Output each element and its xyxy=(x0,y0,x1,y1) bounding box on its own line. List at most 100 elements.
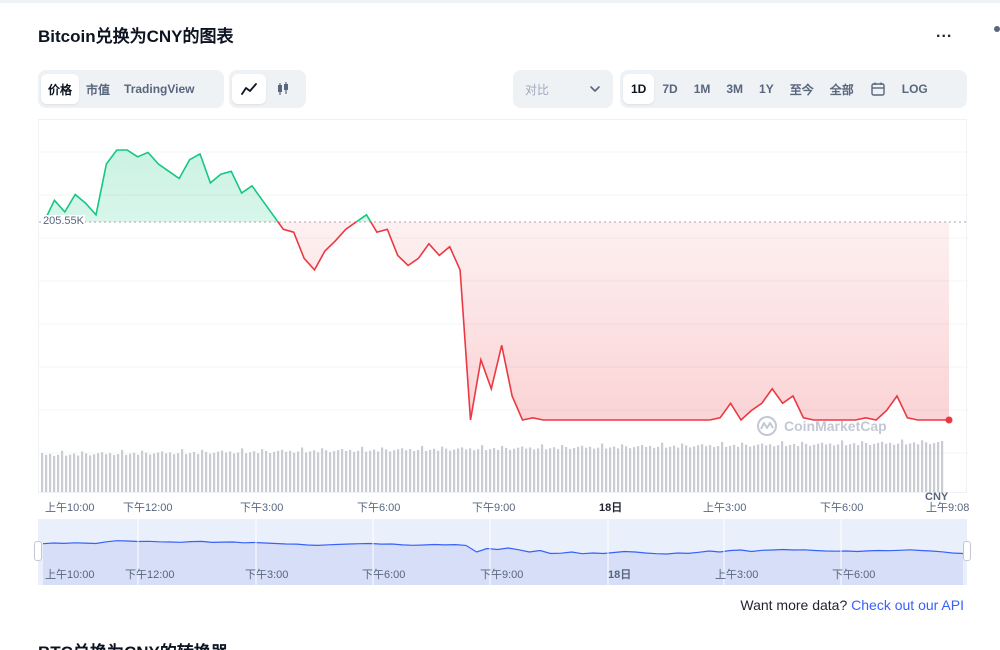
volume-bar xyxy=(153,453,156,492)
volume-bar xyxy=(81,451,84,492)
volume-bar xyxy=(525,448,528,492)
volume-bar xyxy=(193,451,196,492)
volume-bar xyxy=(553,447,556,492)
volume-bar xyxy=(249,452,252,492)
volume-bar xyxy=(85,453,88,492)
range-1m[interactable]: 1M xyxy=(686,74,719,104)
volume-bar xyxy=(677,447,680,492)
volume-bar xyxy=(533,449,536,492)
tab-tradingview[interactable]: TradingView xyxy=(117,74,201,104)
range-all[interactable]: 全部 xyxy=(822,74,862,104)
volume-bar xyxy=(853,443,856,492)
volume-bar xyxy=(497,449,500,492)
volume-bar xyxy=(157,452,160,492)
volume-bar xyxy=(749,446,752,492)
volume-bar xyxy=(93,454,96,492)
volume-bar xyxy=(773,446,776,492)
volume-bar xyxy=(921,440,924,492)
navigator-tick-label: 下午6:00 xyxy=(362,569,406,581)
volume-bar xyxy=(297,451,300,492)
volume-bar xyxy=(125,454,128,492)
volume-bar xyxy=(713,447,716,492)
api-link[interactable]: Check out our API xyxy=(851,597,964,613)
volume-bar xyxy=(485,450,488,492)
volume-bar xyxy=(649,445,652,492)
volume-bar xyxy=(645,446,648,492)
volume-bar xyxy=(101,452,104,492)
volume-bar xyxy=(477,449,480,492)
volume-bar xyxy=(205,451,208,492)
navigator-right-handle[interactable] xyxy=(963,541,971,561)
volume-bar xyxy=(873,443,876,492)
volume-bar xyxy=(653,447,656,492)
range-1y[interactable]: 1Y xyxy=(751,74,782,104)
volume-bar xyxy=(161,451,164,492)
volume-bar xyxy=(453,449,456,492)
volume-bar xyxy=(445,448,448,492)
volume-bar xyxy=(377,451,380,492)
volume-bar xyxy=(753,445,756,492)
volume-bar xyxy=(121,449,124,492)
volume-bar xyxy=(397,449,400,492)
line-chart-button[interactable] xyxy=(232,74,266,104)
x-tick-label: 下午3:00 xyxy=(240,502,284,514)
volume-bar xyxy=(641,445,644,492)
api-promo: Want more data? Check out our API xyxy=(740,597,964,613)
volume-bar xyxy=(469,448,472,492)
volume-bar xyxy=(821,442,824,492)
volume-bar xyxy=(241,448,244,492)
volume-bar xyxy=(737,446,740,492)
volume-bar xyxy=(269,452,272,492)
volume-bar xyxy=(805,443,808,492)
volume-bar xyxy=(569,448,572,492)
volume-bar xyxy=(457,448,460,492)
volume-bar xyxy=(253,451,256,492)
navigator-tick-label: 下午3:00 xyxy=(245,569,289,581)
volume-bar xyxy=(449,450,452,492)
volume-bar xyxy=(169,452,172,492)
volume-bar xyxy=(621,444,624,492)
more-options-button[interactable]: ... xyxy=(936,25,952,41)
volume-bar xyxy=(365,451,368,492)
tab-price[interactable]: 价格 xyxy=(41,74,80,104)
volume-bar xyxy=(321,448,324,492)
volume-bar xyxy=(697,445,700,492)
range-1d[interactable]: 1D xyxy=(623,74,655,104)
volume-bar xyxy=(941,441,944,492)
volume-bar xyxy=(461,447,464,492)
volume-bar xyxy=(181,449,184,492)
volume-bar xyxy=(813,444,816,492)
last-price-dot xyxy=(945,416,953,424)
volume-bar xyxy=(845,445,848,492)
volume-bar xyxy=(577,446,580,492)
tab-market-cap[interactable]: 市值 xyxy=(79,74,117,104)
range-3m[interactable]: 3M xyxy=(718,74,751,104)
volume-bar xyxy=(597,447,600,492)
date-picker-button[interactable] xyxy=(862,74,894,104)
edge-indicator xyxy=(994,26,1000,32)
volume-bar xyxy=(625,446,628,492)
volume-bar xyxy=(273,451,276,492)
volume-bar xyxy=(833,445,836,492)
volume-bar xyxy=(617,448,620,492)
volume-bar xyxy=(729,445,732,492)
top-divider xyxy=(0,0,1000,3)
volume-bar xyxy=(801,441,804,492)
page-title: Bitcoin兑换为CNY的图表 xyxy=(38,27,234,46)
range-7d[interactable]: 7D xyxy=(654,74,685,104)
volume-bar xyxy=(529,447,532,492)
compare-dropdown[interactable]: 对比 xyxy=(513,70,613,108)
volume-bar xyxy=(489,449,492,492)
volume-bar xyxy=(513,448,516,492)
volume-bar xyxy=(345,450,348,492)
range-ytd[interactable]: 至今 xyxy=(782,74,822,104)
volume-bar xyxy=(825,444,828,492)
calendar-icon xyxy=(871,82,885,96)
navigator-left-handle[interactable] xyxy=(34,541,42,561)
volume-bar xyxy=(133,452,136,492)
volume-bar xyxy=(261,449,264,492)
volume-bar xyxy=(393,450,396,492)
volume-bar xyxy=(281,449,284,492)
candlestick-button[interactable] xyxy=(266,74,300,104)
log-scale-button[interactable]: LOG xyxy=(894,74,936,104)
